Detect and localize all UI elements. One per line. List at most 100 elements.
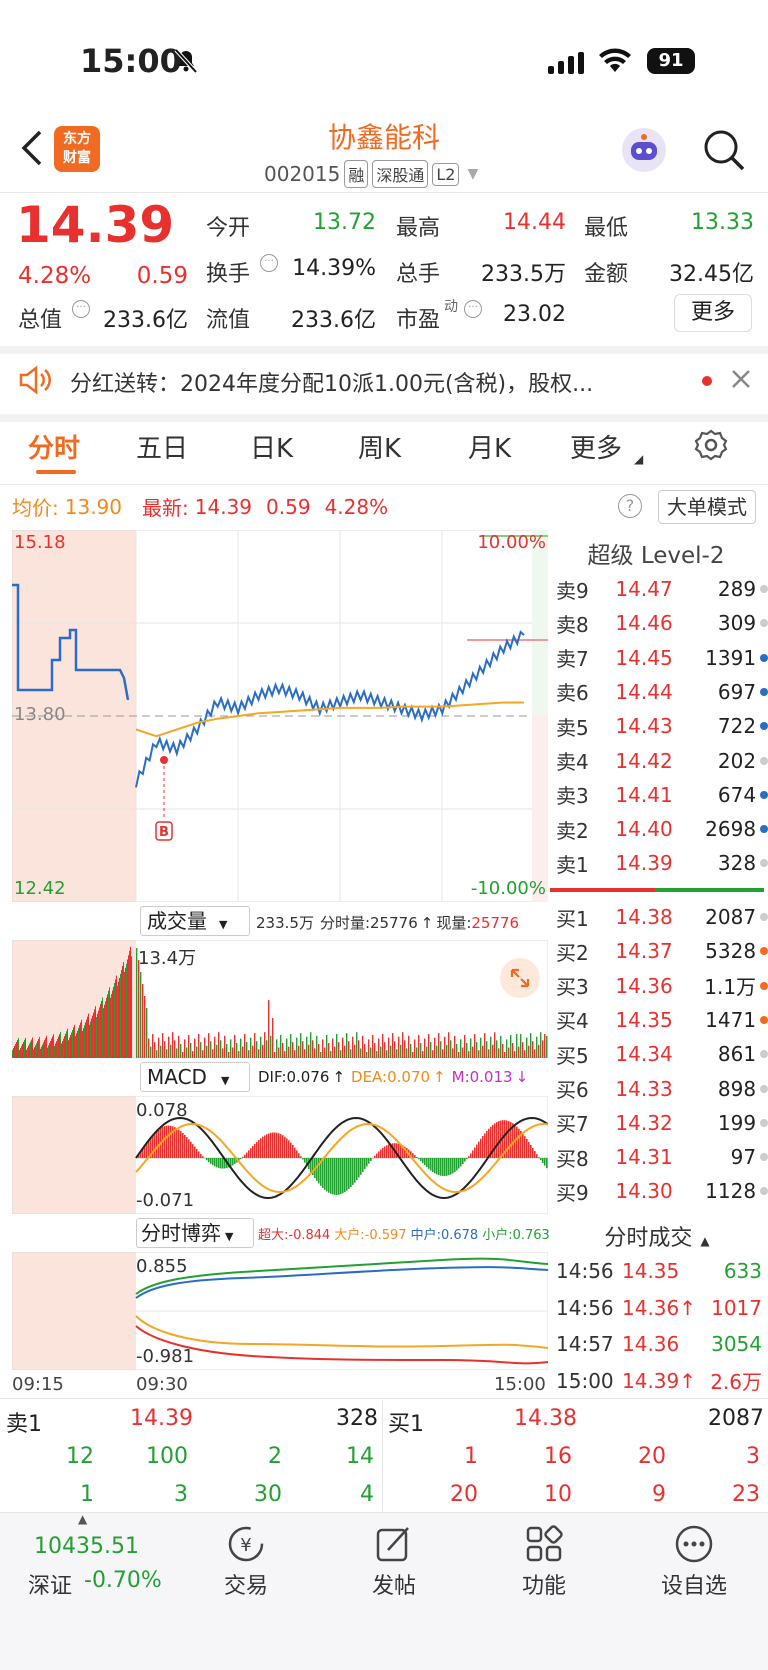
macd-selector[interactable]: MACD ▼	[140, 1062, 250, 1092]
volume-bar	[154, 1042, 156, 1058]
volume-bar	[412, 1052, 414, 1058]
volume-bar	[206, 1045, 208, 1058]
volume-bar	[113, 986, 114, 1058]
volume-bar	[62, 1041, 63, 1058]
macd-bar	[316, 1158, 318, 1181]
macd-bar	[180, 1131, 182, 1158]
bid-level-row[interactable]: 买2 14.37 5328	[556, 934, 768, 968]
ask-level-row[interactable]: 卖3 14.41 674	[556, 778, 768, 812]
trades-header[interactable]: 分时成交 ▲	[550, 1220, 764, 1254]
volume-bar	[360, 1048, 362, 1058]
latest-label: 最新:	[142, 496, 189, 520]
index-name[interactable]: 深证	[28, 1568, 72, 1600]
volume-bar	[382, 1034, 384, 1058]
macd-bar	[324, 1158, 326, 1190]
queue-cell: 12	[66, 1444, 94, 1469]
macd-bar	[450, 1158, 452, 1175]
search-icon[interactable]	[702, 128, 746, 176]
volume-bar	[410, 1043, 412, 1058]
bid-level-row[interactable]: 买5 14.34 861	[556, 1037, 768, 1071]
stock-code: 002015	[264, 162, 341, 186]
volume-bar	[99, 1007, 100, 1058]
gear-icon[interactable]	[694, 428, 728, 466]
level-price: 14.31	[615, 1145, 673, 1170]
tab-intraday[interactable]: 分时	[28, 428, 80, 465]
tab-monthly-k[interactable]: 月K	[468, 428, 511, 465]
ask-level-row[interactable]: 卖6 14.44 697	[556, 675, 768, 709]
stock-code-row[interactable]: 002015 融 深股通 L2 ▼	[264, 160, 478, 188]
volume-selector[interactable]: 成交量 ▼	[140, 906, 250, 936]
ask-level-row[interactable]: 卖8 14.46 309	[556, 606, 768, 640]
fund-game-selector[interactable]: 分时博弈 ▼	[136, 1218, 254, 1248]
compose-icon[interactable]	[374, 1524, 414, 1568]
ask-level-row[interactable]: 卖7 14.45 1391	[556, 641, 768, 675]
robot-avatar-icon[interactable]	[622, 128, 666, 172]
tab-five-day[interactable]: 五日	[136, 428, 188, 465]
macd-bar	[498, 1121, 500, 1158]
volume-bar	[504, 1052, 506, 1058]
macd-bar	[222, 1158, 224, 1169]
index-value[interactable]: 10435.51	[34, 1534, 139, 1559]
fund-game-chart[interactable]	[12, 1252, 548, 1370]
volume-bar	[98, 1010, 99, 1058]
volume-bar	[222, 1048, 224, 1058]
tab-daily-k[interactable]: 日K	[250, 428, 293, 465]
close-icon[interactable]	[730, 368, 752, 394]
volume-bar	[446, 1044, 448, 1058]
volume-bar	[72, 1030, 73, 1058]
bid-level-row[interactable]: 买1 14.38 2087	[556, 900, 768, 934]
level-label: 卖3	[556, 784, 589, 809]
info-icon[interactable]: ···	[260, 254, 278, 272]
volume-bar	[332, 1038, 334, 1058]
tab-weekly-k[interactable]: 周K	[358, 428, 401, 465]
more-dots-icon[interactable]	[674, 1524, 714, 1568]
volume-chart[interactable]	[12, 940, 548, 1058]
nav-functions[interactable]: 功能	[479, 1568, 609, 1600]
index-change[interactable]: -0.70%	[84, 1568, 162, 1593]
volume-bar	[128, 955, 129, 1058]
macd-bar	[182, 1132, 184, 1158]
macd-bar	[380, 1149, 382, 1158]
volume-bar	[70, 1035, 71, 1058]
bid-level-row[interactable]: 买3 14.36 1.1万	[556, 969, 768, 1003]
big-order-mode-button[interactable]: 大单模式	[658, 490, 756, 524]
trade-icon[interactable]: ¥	[226, 1524, 266, 1568]
macd-bar	[422, 1158, 424, 1164]
bid-level-row[interactable]: 买9 14.30 1128	[556, 1174, 768, 1208]
ask-level-row[interactable]: 卖9 14.47 289	[556, 572, 768, 606]
latest-chg: 0.59	[266, 494, 311, 519]
level-volume: 5328	[705, 939, 757, 964]
volume-bar	[121, 970, 122, 1058]
intraday-chart[interactable]: B	[12, 530, 548, 902]
ask-level-row[interactable]: 卖4 14.42 202	[556, 744, 768, 778]
bid-level-row[interactable]: 买7 14.32 199	[556, 1106, 768, 1140]
grid-icon[interactable]	[524, 1524, 564, 1568]
nav-trade[interactable]: 交易	[181, 1568, 311, 1600]
ask-level-row[interactable]: 卖1 14.39 328	[556, 846, 768, 880]
volume-bar	[434, 1037, 436, 1058]
nav-add-watchlist[interactable]: 设自选	[629, 1568, 759, 1600]
orderbook-title[interactable]: 超级 Level-2	[550, 536, 762, 570]
level-dot	[760, 1015, 768, 1024]
volume-bar	[510, 1034, 512, 1058]
expand-icon[interactable]	[500, 958, 540, 998]
dividend-notice[interactable]: 分红送转：2024年度分配10派1.00元(含税)，股权...	[70, 366, 670, 398]
level-label: 卖7	[556, 647, 589, 672]
macd-bar	[214, 1158, 216, 1167]
macd-chart[interactable]	[12, 1096, 548, 1214]
tab-more[interactable]: 更多	[570, 428, 622, 465]
volume-bar	[84, 1025, 85, 1058]
more-button[interactable]: 更多	[674, 294, 752, 332]
help-icon[interactable]: ?	[618, 494, 642, 518]
ask-level-row[interactable]: 卖5 14.43 722	[556, 709, 768, 743]
level-label: 买4	[556, 1009, 589, 1034]
bid-level-row[interactable]: 买4 14.35 1471	[556, 1003, 768, 1037]
volume-bar	[168, 1036, 170, 1058]
ask-level-row[interactable]: 卖2 14.40 2698	[556, 812, 768, 846]
bid-level-row[interactable]: 买8 14.31 97	[556, 1140, 768, 1174]
volume-bar	[512, 1043, 514, 1058]
volume-bar	[45, 1038, 46, 1058]
volume-bar	[414, 1039, 416, 1058]
bid-level-row[interactable]: 买6 14.33 898	[556, 1072, 768, 1106]
nav-post[interactable]: 发帖	[329, 1568, 459, 1600]
